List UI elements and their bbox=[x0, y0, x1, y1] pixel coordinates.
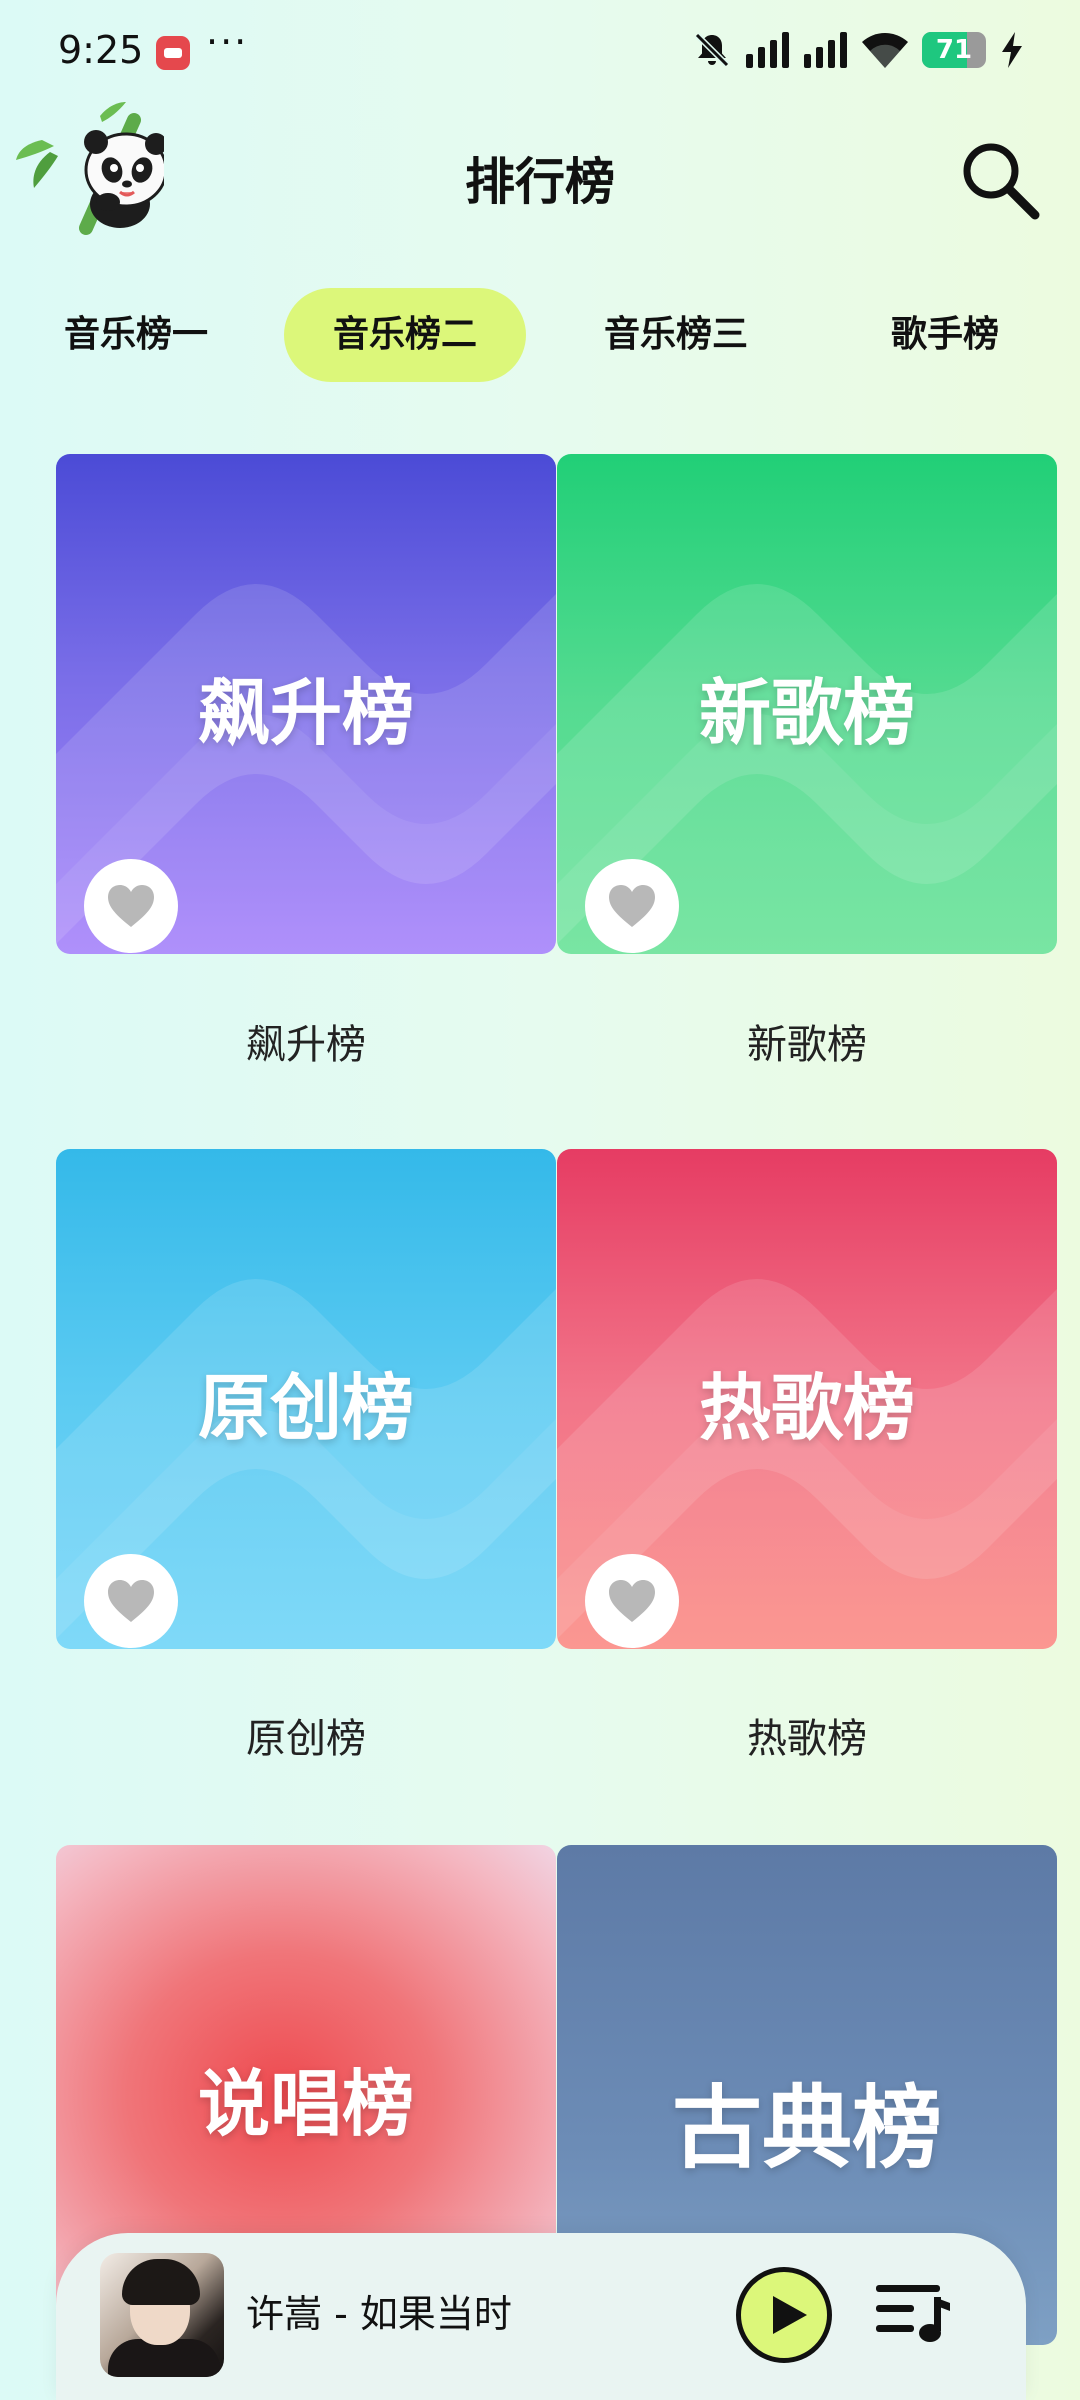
card-cover-title: 原创榜 bbox=[197, 1366, 414, 1450]
play-icon bbox=[773, 2296, 807, 2334]
app-notification-icon bbox=[156, 36, 190, 70]
chart-card-label: 热歌榜 bbox=[747, 1716, 867, 1762]
mute-bell-icon bbox=[694, 32, 730, 68]
chart-card-label: 新歌榜 bbox=[747, 1022, 867, 1068]
tab-music-chart-1[interactable]: 音乐榜一 bbox=[48, 288, 224, 382]
page-title: 排行榜 bbox=[465, 153, 615, 211]
tab-music-chart-3[interactable]: 音乐榜三 bbox=[588, 288, 764, 382]
chart-card-new-songs[interactable]: 新歌榜 bbox=[557, 454, 1057, 954]
wifi-icon bbox=[862, 33, 908, 68]
cover-figure-hair bbox=[122, 2259, 200, 2305]
chart-card-original[interactable]: 原创榜 bbox=[56, 1149, 556, 1649]
card-cover-title: 热歌榜 bbox=[698, 1366, 915, 1450]
battery-icon: 71 bbox=[922, 32, 986, 68]
favorite-button[interactable] bbox=[585, 1554, 679, 1648]
chart-card-soaring[interactable]: 飙升榜 bbox=[56, 454, 556, 954]
heart-icon bbox=[108, 1580, 154, 1622]
favorite-button[interactable] bbox=[585, 859, 679, 953]
status-icons: 71 bbox=[692, 28, 1024, 72]
chart-card-hot-songs[interactable]: 热歌榜 bbox=[557, 1149, 1057, 1649]
battery-level: 71 bbox=[935, 35, 973, 65]
play-button[interactable] bbox=[736, 2267, 832, 2363]
more-notifications-icon: ··· bbox=[206, 20, 249, 64]
heart-icon bbox=[609, 885, 655, 927]
status-time: 9:25 bbox=[58, 28, 144, 72]
heart-icon bbox=[609, 1580, 655, 1622]
chart-tabs: 音乐榜一 音乐榜二 音乐榜三 歌手榜 bbox=[0, 288, 1080, 382]
chart-card-label: 原创榜 bbox=[246, 1716, 366, 1762]
card-cover-title: 飙升榜 bbox=[197, 671, 414, 755]
heart-icon bbox=[108, 885, 154, 927]
signal-icon bbox=[804, 32, 847, 68]
signal-icon bbox=[746, 32, 789, 68]
album-cover[interactable] bbox=[100, 2253, 224, 2377]
card-cover-title: 说唱榜 bbox=[197, 2062, 414, 2146]
tab-music-chart-2[interactable]: 音乐榜二 bbox=[284, 288, 526, 382]
charging-icon bbox=[1002, 32, 1022, 68]
favorite-button[interactable] bbox=[84, 1554, 178, 1648]
mini-player[interactable]: 许嵩 - 如果当时 bbox=[56, 2233, 1026, 2400]
search-button[interactable] bbox=[955, 135, 1045, 225]
card-cover-title: 新歌榜 bbox=[698, 671, 915, 755]
status-bar: 9:25 ··· 71 bbox=[0, 0, 1080, 100]
card-cover-title: 古典榜 bbox=[672, 2076, 942, 2181]
search-icon bbox=[963, 143, 1040, 220]
chart-card-label: 飙升榜 bbox=[246, 1022, 366, 1068]
now-playing-title[interactable]: 许嵩 - 如果当时 bbox=[246, 2283, 512, 2338]
favorite-button[interactable] bbox=[84, 859, 178, 953]
playlist-icon[interactable] bbox=[876, 2281, 952, 2347]
tab-singer-chart[interactable]: 歌手榜 bbox=[875, 288, 1015, 382]
